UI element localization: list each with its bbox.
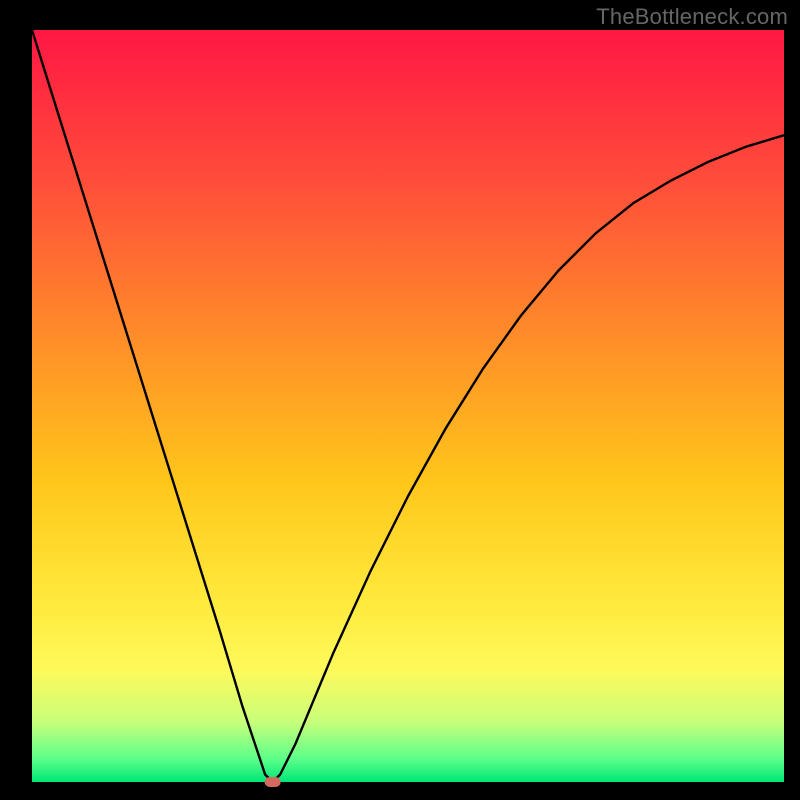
watermark-text: TheBottleneck.com xyxy=(596,4,788,30)
chart-container: TheBottleneck.com xyxy=(0,0,800,800)
minimum-marker xyxy=(265,777,281,787)
plot-background xyxy=(32,30,784,782)
bottleneck-chart xyxy=(0,0,800,800)
